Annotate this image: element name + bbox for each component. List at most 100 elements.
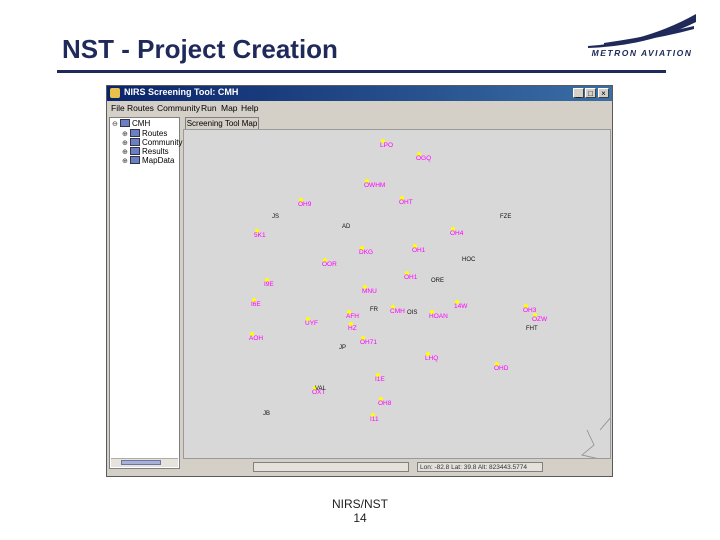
airport-marker[interactable]: DKG xyxy=(359,246,373,256)
airport-marker[interactable]: MNU xyxy=(362,285,377,295)
logo-swoosh-icon xyxy=(588,14,696,48)
tab-screening-tool-map[interactable]: Screening Tool Map xyxy=(185,117,259,129)
project-tree: ⊖ CMH ⊕ Routes ⊕ Community ⊕ Results ⊕ MapDat… xyxy=(109,117,182,469)
airport-marker[interactable]: OH3 xyxy=(523,304,537,314)
airport-marker[interactable]: HOAN xyxy=(429,310,448,320)
airport-label: 14W xyxy=(454,303,468,310)
airport-marker[interactable]: OH4 xyxy=(450,227,464,237)
menu-run[interactable]: Run xyxy=(201,103,217,113)
minimize-button[interactable]: _ xyxy=(573,88,584,98)
airport-label: AFH xyxy=(346,313,359,320)
airport-label: OH1 xyxy=(412,247,426,254)
expand-toggle-icon[interactable]: ⊕ xyxy=(122,148,128,156)
menu-map[interactable]: Map xyxy=(221,103,238,113)
airport-marker[interactable]: AFH xyxy=(346,310,359,320)
airport-marker[interactable]: 5K1 xyxy=(254,229,266,239)
screening-map[interactable]: LPO OGQ OWHM OHT OH9 OH4 5K1 OH1 DKG OOR OH1 I9E I6E… xyxy=(183,129,611,459)
airport-label: I9E xyxy=(264,281,274,288)
airport-marker[interactable]: LPO xyxy=(380,139,393,149)
airport-marker[interactable]: I9E xyxy=(264,278,274,288)
airport-label: OZW xyxy=(532,316,548,323)
airport-label: I6E xyxy=(251,301,261,308)
airport-marker[interactable]: OH1 xyxy=(404,271,418,281)
menu-file[interactable]: File xyxy=(111,103,125,113)
page-number: 14 xyxy=(353,511,367,525)
map-point-label[interactable]: OIS xyxy=(407,310,417,316)
airport-label: I1E xyxy=(375,376,385,383)
airport-marker[interactable]: I6E xyxy=(251,298,261,308)
airport-marker[interactable]: UYF xyxy=(305,317,318,327)
airport-marker[interactable]: LHQ xyxy=(425,352,438,362)
airport-label: AOH xyxy=(249,335,263,342)
airport-marker[interactable]: HZ xyxy=(348,322,357,332)
collapse-toggle-icon[interactable]: ⊖ xyxy=(112,120,118,128)
scrollbar-thumb[interactable] xyxy=(121,460,161,465)
expand-toggle-icon[interactable]: ⊕ xyxy=(122,139,128,147)
airport-label: LHQ xyxy=(425,355,438,362)
map-canvas[interactable]: LPO OGQ OWHM OHT OH9 OH4 5K1 OH1 DKG OOR OH1 I9E I6E… xyxy=(184,130,611,459)
airport-label: OH8 xyxy=(378,400,392,407)
airport-label: OGQ xyxy=(416,155,431,162)
airport-marker[interactable]: OGQ xyxy=(416,152,431,162)
airport-label: OH9 xyxy=(298,201,312,208)
airport-marker[interactable]: OH71 xyxy=(360,336,377,346)
close-button[interactable]: × xyxy=(598,88,609,98)
airport-marker[interactable]: OWHM xyxy=(364,179,385,189)
map-point-label[interactable]: ORE xyxy=(431,278,444,284)
coordinate-readout: Lon: -82.8 Lat: 39.8 Alt: 823443.5774 xyxy=(417,462,543,472)
airport-label: OHD xyxy=(494,365,509,372)
map-point-label[interactable]: AD xyxy=(342,224,351,230)
status-field xyxy=(253,462,409,472)
tree-item-label: Routes xyxy=(142,129,168,138)
tree-horizontal-scrollbar[interactable] xyxy=(111,458,178,467)
airport-label: LPO xyxy=(380,142,393,149)
airport-marker[interactable]: I1E xyxy=(375,373,385,383)
airport-label: OWHM xyxy=(364,182,385,189)
map-point-label[interactable]: FHT xyxy=(526,326,538,332)
menu-community[interactable]: Community xyxy=(157,103,200,113)
title-divider xyxy=(57,70,666,73)
app-window: NIRS Screening Tool: CMH _ □ × File Rout… xyxy=(106,85,613,477)
airport-marker[interactable]: AOH xyxy=(249,332,263,342)
airport-label: HZ xyxy=(348,325,357,332)
map-boundary-line xyxy=(581,429,598,458)
logo-text: METRON AVIATION xyxy=(591,48,693,58)
tree-item-results[interactable]: ⊕ Results xyxy=(122,147,169,156)
airport-marker[interactable]: I11 xyxy=(370,413,379,423)
airport-marker[interactable]: OOR xyxy=(322,258,337,268)
map-boundary-line xyxy=(599,417,610,431)
airport-marker[interactable]: CMH xyxy=(390,305,405,315)
airport-marker[interactable]: OH8 xyxy=(378,397,392,407)
map-point-label[interactable]: JB xyxy=(263,411,270,417)
map-point-label[interactable]: FZE xyxy=(500,214,511,220)
menu-help[interactable]: Help xyxy=(241,103,258,113)
map-point-label[interactable]: HOC xyxy=(462,257,476,263)
airport-label: MNU xyxy=(362,288,377,295)
app-icon xyxy=(110,88,120,98)
tree-item-mapdata[interactable]: ⊕ MapData xyxy=(122,156,174,165)
folder-icon xyxy=(130,147,140,155)
status-bar: Lon: -82.8 Lat: 39.8 Alt: 823443.5774 xyxy=(183,461,611,475)
window-titlebar[interactable]: NIRS Screening Tool: CMH _ □ × xyxy=(107,86,612,101)
airport-marker[interactable]: OH1 xyxy=(412,244,426,254)
map-point-label[interactable]: VAL xyxy=(315,386,327,392)
expand-toggle-icon[interactable]: ⊕ xyxy=(122,130,128,138)
airport-marker[interactable]: OZW xyxy=(532,313,548,323)
airport-marker[interactable]: OHT xyxy=(399,196,413,206)
tree-item-label: Results xyxy=(142,147,169,156)
map-point-label[interactable]: JS xyxy=(272,214,279,220)
airport-marker[interactable]: OHD xyxy=(494,362,509,372)
menu-bar: File Routes Community Run Map Help xyxy=(107,102,612,115)
tree-item-community[interactable]: ⊕ Community xyxy=(122,138,182,147)
airport-marker[interactable]: OH9 xyxy=(298,198,312,208)
maximize-button[interactable]: □ xyxy=(585,88,596,98)
folder-icon xyxy=(130,156,140,164)
expand-toggle-icon[interactable]: ⊕ xyxy=(122,157,128,165)
map-point-label[interactable]: FR xyxy=(370,307,379,313)
window-title: NIRS Screening Tool: CMH xyxy=(124,87,239,97)
airport-marker[interactable]: 14W xyxy=(454,300,468,310)
tree-item-routes[interactable]: ⊕ Routes xyxy=(122,129,167,138)
menu-routes[interactable]: Routes xyxy=(127,103,154,113)
tree-root[interactable]: ⊖ CMH xyxy=(112,119,150,128)
map-point-label[interactable]: JP xyxy=(339,345,346,351)
